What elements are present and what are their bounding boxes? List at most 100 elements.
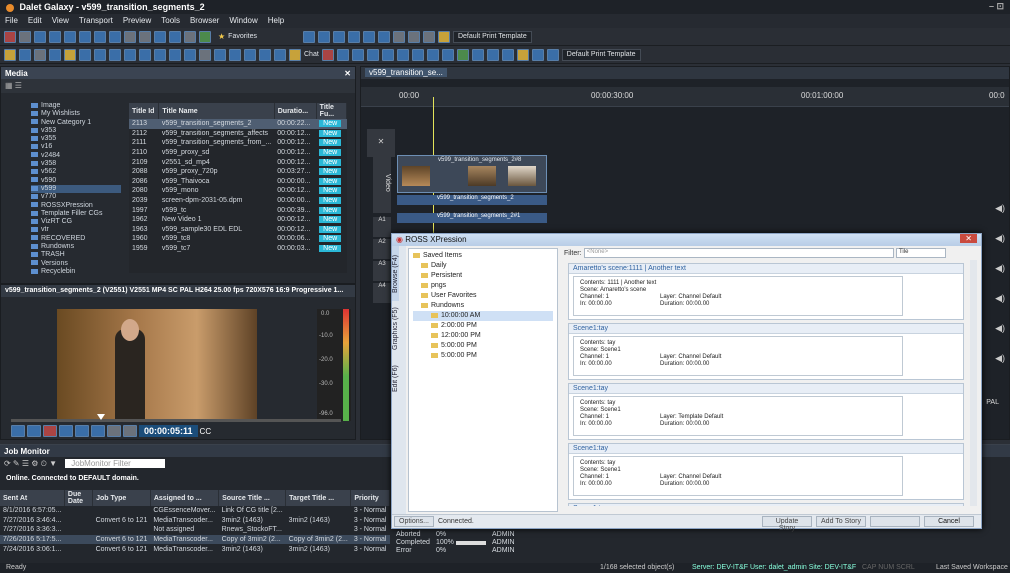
timeline-tab[interactable]: v599_transition_se... bbox=[365, 68, 447, 77]
table-row[interactable]: 1959 v599_tc7 00:00:03... New bbox=[129, 244, 347, 254]
tool-icon[interactable] bbox=[381, 48, 394, 61]
table-row[interactable]: 1960 v599_tc8 00:00:06... New bbox=[129, 234, 347, 244]
table-row[interactable]: 2088 v599_proxy_720p 00:03:27... New bbox=[129, 167, 347, 177]
xp-tree-item[interactable]: 10:00:00 AM bbox=[413, 311, 553, 321]
scene-card-title[interactable]: Scene1:tay bbox=[569, 324, 963, 334]
menu-help[interactable]: Help bbox=[263, 14, 289, 27]
tree-item[interactable]: ROSSXPression bbox=[31, 202, 121, 210]
scene-card-title[interactable]: Scene1:tay bbox=[569, 384, 963, 394]
scene-card[interactable]: Scene1:tay Contents: tay Scene: Scene1 Chan… bbox=[568, 443, 964, 500]
tool-icon[interactable] bbox=[377, 30, 390, 43]
menu-tools[interactable]: Tools bbox=[156, 14, 185, 27]
scene-card-title[interactable]: Scene1:tay bbox=[569, 444, 963, 454]
col-priority[interactable]: Priority bbox=[350, 490, 390, 506]
tool-icon[interactable] bbox=[426, 48, 439, 61]
tool-icon[interactable] bbox=[199, 30, 211, 43]
tree-item[interactable]: Template Filler CGs bbox=[31, 210, 121, 218]
step-forward-button[interactable] bbox=[75, 425, 89, 437]
tool-icon[interactable] bbox=[199, 48, 211, 61]
xp-tree-item[interactable]: Persistent bbox=[413, 271, 553, 281]
menu-view[interactable]: View bbox=[47, 14, 74, 27]
tool-icon[interactable] bbox=[49, 48, 61, 61]
tool-icon[interactable] bbox=[259, 48, 271, 61]
tool-icon[interactable] bbox=[139, 48, 151, 61]
xp-tree-item[interactable]: Rundowns bbox=[413, 301, 553, 311]
tool-icon[interactable] bbox=[19, 48, 31, 61]
tool-icon[interactable] bbox=[184, 30, 196, 43]
tool-icon[interactable] bbox=[336, 48, 349, 61]
tool-icon[interactable] bbox=[94, 30, 106, 43]
edit-button[interactable] bbox=[870, 516, 920, 527]
track-label-video[interactable]: Video bbox=[373, 153, 391, 213]
record-button[interactable] bbox=[43, 425, 57, 437]
xpression-close-icon[interactable]: ✕ bbox=[960, 234, 977, 243]
table-row[interactable]: 2111 v599_transition_segments_from_... 00:… bbox=[129, 138, 347, 148]
xp-tree-item[interactable]: 5:00:00 PM bbox=[413, 341, 553, 351]
tool-icon[interactable] bbox=[244, 48, 256, 61]
playhead-marker-icon[interactable] bbox=[97, 414, 105, 420]
tree-item[interactable]: v599 bbox=[31, 184, 121, 194]
xp-tree-item[interactable]: Daily bbox=[413, 261, 553, 271]
xpression-scrollbar[interactable] bbox=[970, 260, 977, 506]
tree-item[interactable]: Versions bbox=[31, 260, 121, 268]
tool-icon[interactable] bbox=[4, 48, 16, 61]
tool-icon[interactable] bbox=[531, 48, 544, 61]
tool-icon[interactable] bbox=[169, 30, 181, 43]
tool-icon[interactable] bbox=[64, 30, 76, 43]
table-row[interactable]: 8/1/2016 6:57:05... CGEssenceMover... Link… bbox=[0, 506, 390, 516]
tree-item[interactable]: v16 bbox=[31, 143, 121, 151]
tree-item[interactable]: VizRT CG bbox=[31, 218, 121, 226]
tool-icon[interactable] bbox=[229, 48, 241, 61]
menu-file[interactable]: File bbox=[0, 14, 23, 27]
update-story-button[interactable]: Update Story bbox=[762, 516, 812, 532]
table-row[interactable]: 7/27/2016 3:36:3... Not assigned Rnews_Sto… bbox=[0, 525, 390, 535]
chat-label[interactable]: Chat bbox=[304, 51, 319, 58]
tool-icon[interactable] bbox=[486, 48, 499, 61]
tool-icon[interactable] bbox=[154, 30, 166, 43]
tool-icon[interactable] bbox=[124, 48, 136, 61]
tree-item[interactable]: v355 bbox=[31, 135, 121, 143]
favorites-star-icon[interactable]: ★ bbox=[218, 32, 225, 41]
tool-icon[interactable] bbox=[124, 30, 136, 43]
tool-icon[interactable] bbox=[501, 48, 514, 61]
closed-caption-button[interactable]: CC bbox=[200, 427, 212, 436]
tool-icon[interactable] bbox=[546, 48, 559, 61]
fast-forward-button[interactable] bbox=[91, 425, 105, 437]
tree-item[interactable]: vtr bbox=[31, 226, 121, 234]
table-row[interactable]: 1962 New Video 1 00:00:12... New bbox=[129, 215, 347, 225]
menu-browser[interactable]: Browser bbox=[185, 14, 224, 27]
tool-icon[interactable] bbox=[347, 30, 360, 43]
mark-in-button[interactable] bbox=[107, 425, 121, 437]
tool-icon[interactable] bbox=[392, 30, 405, 43]
table-row[interactable]: 2109 v2551_sd_mp4 00:00:12... New bbox=[129, 157, 347, 167]
scene-card[interactable]: Scene1:tay Contents: tay Scene: Scene1 Chan… bbox=[568, 323, 964, 380]
tool-icon[interactable] bbox=[407, 30, 420, 43]
tool-icon[interactable] bbox=[274, 48, 286, 61]
col-assigned[interactable]: Assigned to ... bbox=[150, 490, 220, 506]
col-target[interactable]: Target Title ... bbox=[285, 490, 352, 506]
xp-tree-item[interactable]: Saved Items bbox=[413, 251, 553, 261]
col-title-id[interactable]: Title Id bbox=[129, 103, 160, 119]
track-label-a2[interactable]: A2 bbox=[373, 239, 391, 259]
tool-icon[interactable] bbox=[34, 30, 46, 43]
video-frame[interactable] bbox=[57, 309, 257, 421]
col-duration[interactable]: Duratio... bbox=[274, 103, 317, 119]
scene-card[interactable]: Scene1:tay Contents: tay Scene: Scene1 Chan… bbox=[568, 383, 964, 440]
table-row[interactable]: 2039 screen-dpm-2031-05.dpm 00:00:00... New bbox=[129, 196, 347, 206]
filter-input[interactable]: <None> bbox=[583, 248, 894, 258]
table-row[interactable]: 7/27/2016 3:46:4... Convert 6 to 121 Media… bbox=[0, 516, 390, 526]
tool-icon[interactable] bbox=[422, 30, 435, 43]
table-row[interactable]: 2080 v599_mono 00:00:12... New bbox=[129, 186, 347, 196]
options-button[interactable]: Options... bbox=[394, 516, 434, 527]
tool-icon[interactable] bbox=[396, 48, 409, 61]
menu-edit[interactable]: Edit bbox=[23, 14, 47, 27]
tool-icon[interactable] bbox=[456, 48, 469, 61]
table-row[interactable]: 7/26/2016 5:17:5... Convert 6 to 121 Media… bbox=[0, 534, 390, 545]
tool-icon[interactable] bbox=[214, 48, 226, 61]
print-template-select[interactable]: Default Print Template bbox=[452, 30, 532, 43]
tool-icon[interactable] bbox=[49, 30, 61, 43]
menu-preview[interactable]: Preview bbox=[118, 14, 156, 27]
table-row[interactable]: 1997 v599_tc 00:00:39... New bbox=[129, 205, 347, 215]
tool-icon[interactable] bbox=[317, 30, 330, 43]
favorites-label[interactable]: Favorites bbox=[228, 33, 257, 40]
